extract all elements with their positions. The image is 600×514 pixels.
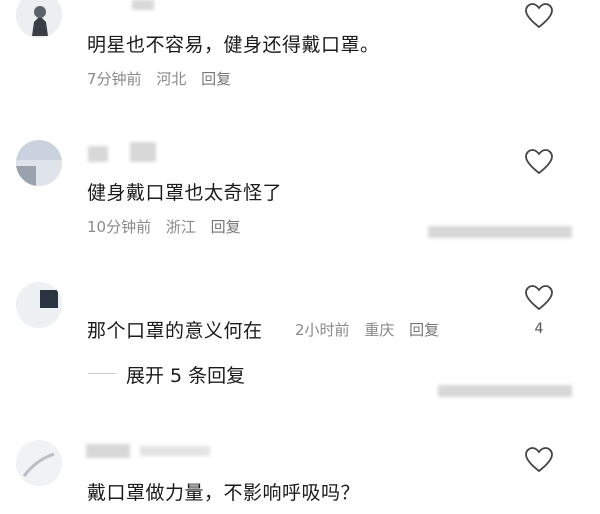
avatar-image	[16, 140, 62, 186]
comment-location: 河北	[156, 70, 187, 88]
comment-text: 那个口罩的意义何在	[87, 320, 263, 342]
avatar[interactable]	[16, 0, 62, 38]
comment-meta: 10分钟前 浙江 回复	[87, 216, 251, 237]
comment-time: 2小时前	[295, 321, 350, 339]
username-redacted	[88, 146, 108, 162]
reply-button[interactable]: 回复	[409, 321, 439, 339]
avatar-image	[16, 282, 62, 328]
reply-button[interactable]: 回复	[201, 70, 231, 88]
avatar[interactable]	[16, 282, 62, 328]
reply-button[interactable]: 回复	[211, 218, 241, 236]
comment-text: 健身戴口罩也太奇怪了	[87, 182, 283, 204]
expand-divider	[88, 373, 116, 374]
like-count: 4	[534, 321, 544, 337]
comment-location: 浙江	[165, 218, 196, 236]
comment-text: 戴口罩做力量，不影响呼吸吗？	[87, 482, 361, 504]
avatar[interactable]	[16, 440, 62, 486]
comment-meta: 7分钟前 河北 回复	[87, 68, 241, 89]
username-redacted	[86, 444, 130, 458]
avatar-image	[16, 440, 62, 486]
comment-time: 7分钟前	[87, 70, 142, 88]
heart-outline-icon[interactable]	[524, 2, 554, 30]
heart-outline-icon[interactable]	[524, 446, 554, 474]
watermark-redacted	[438, 385, 572, 397]
comment-time: 10分钟前	[87, 218, 152, 236]
avatar[interactable]	[16, 140, 62, 186]
comment-text: 明星也不容易，健身还得戴口罩。	[87, 34, 380, 56]
comment-location: 重庆	[364, 321, 395, 339]
watermark-redacted	[428, 226, 572, 238]
comment-meta: 2小时前 重庆 回复	[295, 319, 449, 340]
heart-outline-icon[interactable]	[524, 148, 554, 176]
heart-outline-icon[interactable]	[524, 284, 554, 312]
expand-replies-button[interactable]: 展开 5 条回复	[126, 361, 245, 388]
avatar-image	[16, 0, 62, 38]
username-redacted	[132, 0, 154, 10]
username-redacted	[140, 446, 210, 456]
username-redacted	[130, 142, 156, 162]
